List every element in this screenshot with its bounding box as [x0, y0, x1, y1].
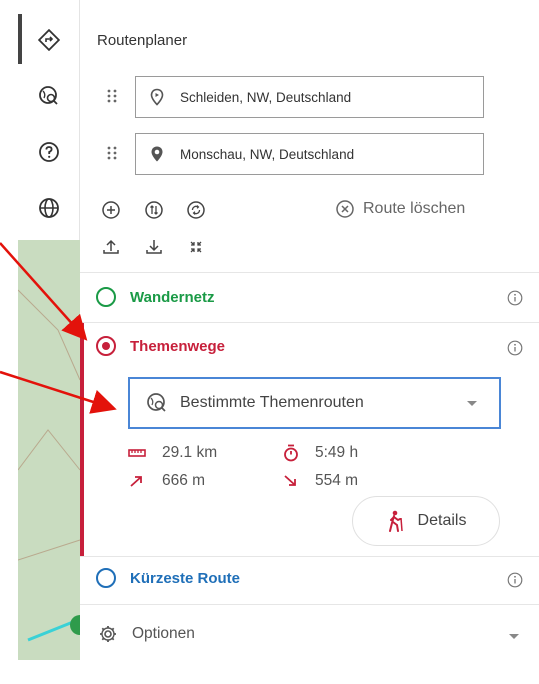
- annotation-arrow: [0, 370, 117, 414]
- annotation-arrow: [0, 242, 88, 341]
- annotation-arrows: [0, 242, 117, 414]
